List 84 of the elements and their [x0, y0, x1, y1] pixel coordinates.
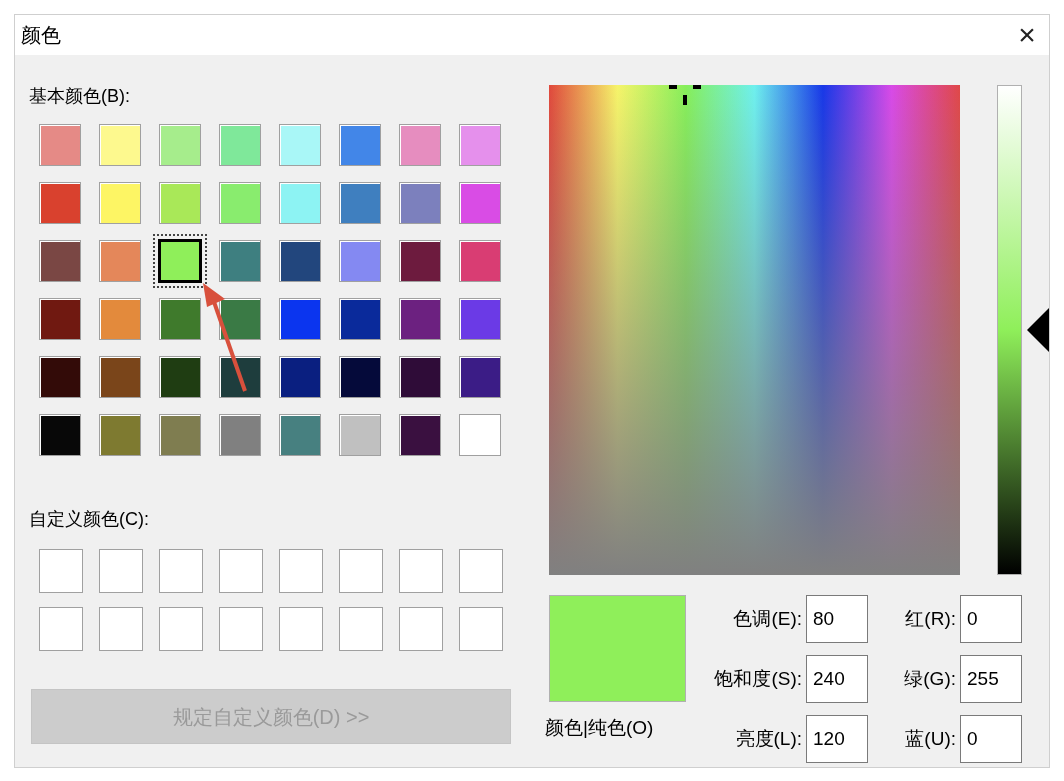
custom-color-swatch[interactable] — [219, 549, 263, 593]
custom-color-swatch[interactable] — [219, 607, 263, 651]
slider-thumb[interactable] — [1027, 308, 1049, 352]
color-swatch[interactable] — [279, 356, 321, 398]
color-swatch[interactable] — [459, 298, 501, 340]
field-label: 绿(G): — [903, 666, 957, 691]
color-swatch[interactable] — [99, 124, 141, 166]
color-swatch[interactable] — [219, 414, 261, 456]
luminance-bar[interactable] — [997, 85, 1022, 575]
color-swatch[interactable] — [39, 414, 81, 456]
color-swatch[interactable] — [339, 298, 381, 340]
color-swatch[interactable] — [459, 182, 501, 224]
color-swatch[interactable] — [399, 414, 441, 456]
field-label: 蓝(U): — [904, 726, 957, 751]
custom-color-swatch[interactable] — [399, 549, 443, 593]
color-swatch[interactable] — [279, 182, 321, 224]
custom-colors-label: 自定义颜色(C): — [29, 508, 150, 531]
color-swatch[interactable] — [339, 240, 381, 282]
field-label: 红(R): — [904, 606, 957, 631]
color-swatch[interactable] — [99, 414, 141, 456]
color-swatch[interactable] — [39, 356, 81, 398]
color-swatch[interactable] — [99, 182, 141, 224]
color-swatch[interactable] — [159, 356, 201, 398]
custom-color-swatch[interactable] — [159, 607, 203, 651]
window-title: 颜色 — [21, 23, 61, 48]
custom-color-swatch[interactable] — [459, 549, 503, 593]
field-label: 饱和度(S): — [713, 666, 803, 691]
custom-color-swatch[interactable] — [99, 549, 143, 593]
custom-color-swatch[interactable] — [279, 549, 323, 593]
color-swatch[interactable] — [339, 124, 381, 166]
color-swatch[interactable] — [339, 182, 381, 224]
custom-color-swatch[interactable] — [279, 607, 323, 651]
color-swatch[interactable] — [399, 356, 441, 398]
color-swatch[interactable] — [279, 240, 321, 282]
color-swatch[interactable] — [339, 356, 381, 398]
color-swatch[interactable] — [159, 414, 201, 456]
value-field[interactable]: 80 — [806, 595, 868, 643]
value-field[interactable]: 0 — [960, 715, 1022, 763]
color-swatch[interactable] — [219, 124, 261, 166]
color-swatch[interactable] — [459, 124, 501, 166]
basic-colors-label: 基本颜色(B): — [29, 85, 131, 108]
color-swatch[interactable] — [99, 240, 141, 282]
color-swatch[interactable] — [39, 182, 81, 224]
custom-color-swatch[interactable] — [399, 607, 443, 651]
custom-color-swatch[interactable] — [339, 607, 383, 651]
color-swatch[interactable] — [219, 298, 261, 340]
color-swatch[interactable] — [399, 182, 441, 224]
value-field[interactable]: 120 — [806, 715, 868, 763]
color-swatch[interactable] — [39, 240, 81, 282]
color-swatch[interactable] — [159, 298, 201, 340]
field-label: 亮度(L): — [734, 726, 803, 751]
color-swatch[interactable] — [459, 414, 501, 456]
custom-color-swatch[interactable] — [99, 607, 143, 651]
crosshair-icon — [667, 85, 703, 107]
color-swatch[interactable] — [459, 240, 501, 282]
color-swatch[interactable] — [399, 240, 441, 282]
color-swatch[interactable] — [219, 356, 261, 398]
color-swatch[interactable] — [39, 124, 81, 166]
custom-color-swatch[interactable] — [159, 549, 203, 593]
color-swatch[interactable] — [159, 182, 201, 224]
color-swatch[interactable] — [459, 356, 501, 398]
field-label: 色调(E): — [732, 606, 803, 631]
preview-label: 颜色|纯色(O) — [545, 716, 654, 740]
color-swatch[interactable] — [39, 298, 81, 340]
value-field[interactable]: 255 — [960, 655, 1022, 703]
value-field[interactable]: 240 — [806, 655, 868, 703]
custom-color-swatch[interactable] — [339, 549, 383, 593]
custom-color-swatch[interactable] — [39, 549, 83, 593]
color-swatch[interactable] — [399, 298, 441, 340]
color-spectrum[interactable] — [549, 85, 960, 575]
color-swatch[interactable] — [279, 298, 321, 340]
color-swatch[interactable] — [219, 182, 261, 224]
color-swatch[interactable] — [219, 240, 261, 282]
color-swatch[interactable] — [99, 356, 141, 398]
color-swatch[interactable] — [279, 414, 321, 456]
value-field[interactable]: 0 — [960, 595, 1022, 643]
color-swatch[interactable] — [159, 124, 201, 166]
color-swatch[interactable] — [339, 414, 381, 456]
color-swatch[interactable] — [399, 124, 441, 166]
close-button[interactable]: × — [1005, 15, 1049, 55]
custom-color-swatch[interactable] — [459, 607, 503, 651]
color-swatch[interactable] — [99, 298, 141, 340]
custom-color-swatch[interactable] — [39, 607, 83, 651]
color-swatch[interactable] — [279, 124, 321, 166]
